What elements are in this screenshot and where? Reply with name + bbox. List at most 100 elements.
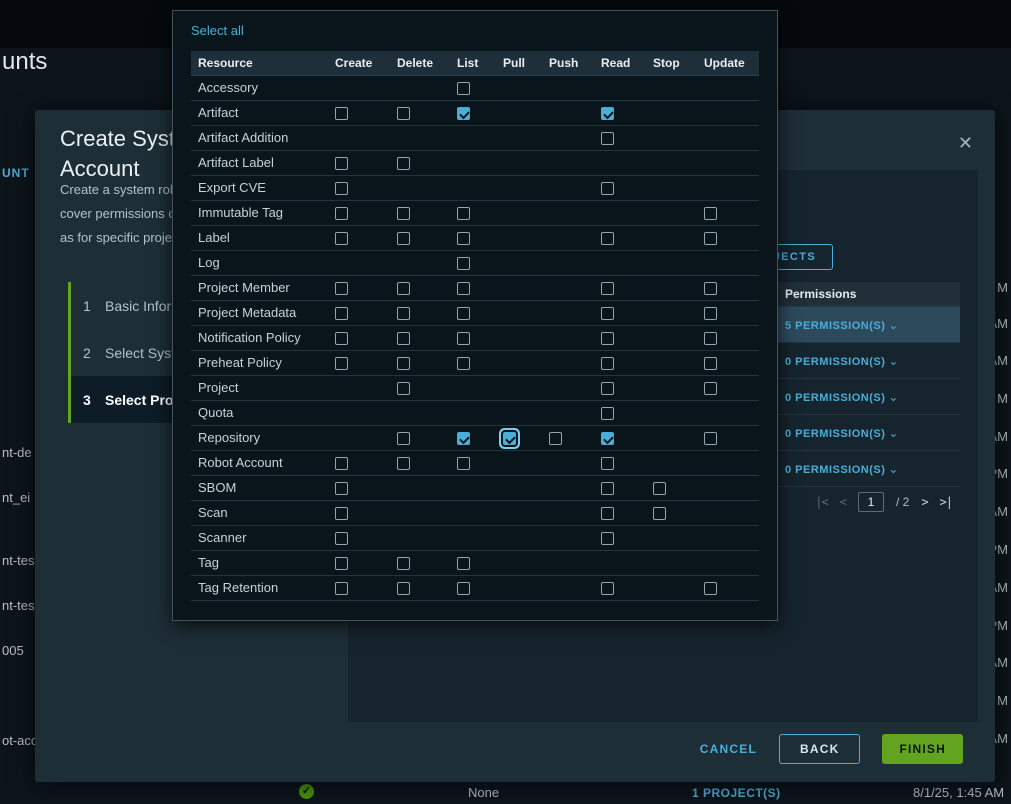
checkbox-robot-account-list[interactable] bbox=[457, 457, 470, 470]
checkbox-scanner-create[interactable] bbox=[335, 532, 348, 545]
checkbox-project-member-delete[interactable] bbox=[397, 282, 410, 295]
cell-update bbox=[697, 375, 759, 400]
checkbox-repository-push[interactable] bbox=[549, 432, 562, 445]
permissions-dropdown[interactable]: 0 PERMISSION(S)⌄ bbox=[785, 462, 899, 476]
checkbox-artifact-read[interactable] bbox=[601, 107, 614, 120]
checkbox-immutable-tag-update[interactable] bbox=[704, 207, 717, 220]
checkbox-robot-account-delete[interactable] bbox=[397, 457, 410, 470]
checkbox-tag-retention-list[interactable] bbox=[457, 582, 470, 595]
checkbox-project-metadata-delete[interactable] bbox=[397, 307, 410, 320]
checkbox-sbom-stop[interactable] bbox=[653, 482, 666, 495]
checkbox-label-create[interactable] bbox=[335, 232, 348, 245]
checkbox-scan-stop[interactable] bbox=[653, 507, 666, 520]
next-page-icon[interactable]: > bbox=[921, 495, 927, 509]
prev-page-icon[interactable]: < bbox=[840, 495, 846, 509]
checkbox-preheat-policy-create[interactable] bbox=[335, 357, 348, 370]
cell-stop bbox=[646, 250, 697, 275]
checkbox-tag-retention-create[interactable] bbox=[335, 582, 348, 595]
last-page-icon[interactable]: >| bbox=[940, 495, 952, 509]
checkbox-preheat-policy-list[interactable] bbox=[457, 357, 470, 370]
checkbox-repository-update[interactable] bbox=[704, 432, 717, 445]
new-robot-account-button-fragment[interactable]: UNT bbox=[2, 166, 30, 180]
permissions-dropdown[interactable]: 0 PERMISSION(S)⌄ bbox=[785, 354, 899, 368]
finish-button[interactable]: FINISH bbox=[882, 734, 963, 764]
checkbox-tag-list[interactable] bbox=[457, 557, 470, 570]
checkbox-tag-create[interactable] bbox=[335, 557, 348, 570]
checkbox-repository-list[interactable] bbox=[457, 432, 470, 445]
checkbox-notification-policy-list[interactable] bbox=[457, 332, 470, 345]
checkbox-quota-read[interactable] bbox=[601, 407, 614, 420]
checkbox-project-member-create[interactable] bbox=[335, 282, 348, 295]
checkbox-project-metadata-read[interactable] bbox=[601, 307, 614, 320]
checkbox-sbom-read[interactable] bbox=[601, 482, 614, 495]
permissions-dropdown[interactable]: 5 PERMISSION(S)⌄ bbox=[785, 318, 899, 332]
checkbox-export-cve-read[interactable] bbox=[601, 182, 614, 195]
checkbox-preheat-policy-delete[interactable] bbox=[397, 357, 410, 370]
select-all-link[interactable]: Select all bbox=[191, 23, 244, 38]
checkbox-immutable-tag-create[interactable] bbox=[335, 207, 348, 220]
checkbox-project-member-read[interactable] bbox=[601, 282, 614, 295]
checkbox-project-delete[interactable] bbox=[397, 382, 410, 395]
cell-push bbox=[542, 275, 594, 300]
checkbox-tag-delete[interactable] bbox=[397, 557, 410, 570]
checkbox-preheat-policy-update[interactable] bbox=[704, 357, 717, 370]
page-number-input[interactable] bbox=[858, 492, 884, 512]
bg-table-row: ✓ None 1 PROJECT(S) 8/1/25, 1:45 AM bbox=[0, 782, 1011, 804]
checkbox-artifact-label-create[interactable] bbox=[335, 157, 348, 170]
back-button[interactable]: BACK bbox=[779, 734, 860, 764]
cell-stop bbox=[646, 550, 697, 575]
checkbox-scanner-read[interactable] bbox=[601, 532, 614, 545]
checkbox-project-read[interactable] bbox=[601, 382, 614, 395]
checkbox-label-list[interactable] bbox=[457, 232, 470, 245]
checkbox-notification-policy-delete[interactable] bbox=[397, 332, 410, 345]
checkbox-artifact-create[interactable] bbox=[335, 107, 348, 120]
checkbox-project-metadata-update[interactable] bbox=[704, 307, 717, 320]
first-page-icon[interactable]: |< bbox=[815, 495, 827, 509]
checkbox-project-metadata-list[interactable] bbox=[457, 307, 470, 320]
checkbox-project-update[interactable] bbox=[704, 382, 717, 395]
cell-read bbox=[594, 150, 646, 175]
resource-row-notification-policy: Notification Policy bbox=[191, 325, 759, 350]
checkbox-tag-retention-delete[interactable] bbox=[397, 582, 410, 595]
permissions-dropdown[interactable]: 0 PERMISSION(S)⌄ bbox=[785, 426, 899, 440]
checkbox-export-cve-create[interactable] bbox=[335, 182, 348, 195]
checkbox-notification-policy-update[interactable] bbox=[704, 332, 717, 345]
dialog-footer: CANCEL BACK FINISH bbox=[35, 734, 995, 764]
checkbox-artifact-list[interactable] bbox=[457, 107, 470, 120]
checkbox-repository-pull[interactable] bbox=[503, 432, 516, 445]
checkbox-project-member-update[interactable] bbox=[704, 282, 717, 295]
permissions-dropdown[interactable]: 0 PERMISSION(S)⌄ bbox=[785, 390, 899, 404]
checkbox-notification-policy-create[interactable] bbox=[335, 332, 348, 345]
projects-count-link[interactable]: 1 PROJECT(S) bbox=[692, 786, 781, 800]
checkbox-accessory-list[interactable] bbox=[457, 82, 470, 95]
cell-list bbox=[450, 225, 496, 250]
checkbox-label-delete[interactable] bbox=[397, 232, 410, 245]
checkbox-scan-read[interactable] bbox=[601, 507, 614, 520]
checkbox-artifact-label-delete[interactable] bbox=[397, 157, 410, 170]
checkbox-tag-retention-update[interactable] bbox=[704, 582, 717, 595]
checkbox-robot-account-create[interactable] bbox=[335, 457, 348, 470]
checkbox-sbom-create[interactable] bbox=[335, 482, 348, 495]
checkbox-log-list[interactable] bbox=[457, 257, 470, 270]
checkbox-immutable-tag-delete[interactable] bbox=[397, 207, 410, 220]
checkbox-scan-create[interactable] bbox=[335, 507, 348, 520]
checkbox-immutable-tag-list[interactable] bbox=[457, 207, 470, 220]
resource-name: Tag bbox=[191, 550, 328, 575]
cell-read bbox=[594, 250, 646, 275]
checkbox-project-metadata-create[interactable] bbox=[335, 307, 348, 320]
checkbox-tag-retention-read[interactable] bbox=[601, 582, 614, 595]
checkbox-artifact-addition-read[interactable] bbox=[601, 132, 614, 145]
checkbox-notification-policy-read[interactable] bbox=[601, 332, 614, 345]
bg-timestamp-fragment: M bbox=[997, 391, 1008, 406]
checkbox-label-update[interactable] bbox=[704, 232, 717, 245]
cell-push bbox=[542, 400, 594, 425]
cancel-button[interactable]: CANCEL bbox=[700, 734, 757, 764]
close-icon[interactable]: ✕ bbox=[958, 134, 973, 152]
checkbox-project-member-list[interactable] bbox=[457, 282, 470, 295]
checkbox-repository-read[interactable] bbox=[601, 432, 614, 445]
checkbox-robot-account-read[interactable] bbox=[601, 457, 614, 470]
checkbox-repository-delete[interactable] bbox=[397, 432, 410, 445]
checkbox-preheat-policy-read[interactable] bbox=[601, 357, 614, 370]
checkbox-artifact-delete[interactable] bbox=[397, 107, 410, 120]
checkbox-label-read[interactable] bbox=[601, 232, 614, 245]
